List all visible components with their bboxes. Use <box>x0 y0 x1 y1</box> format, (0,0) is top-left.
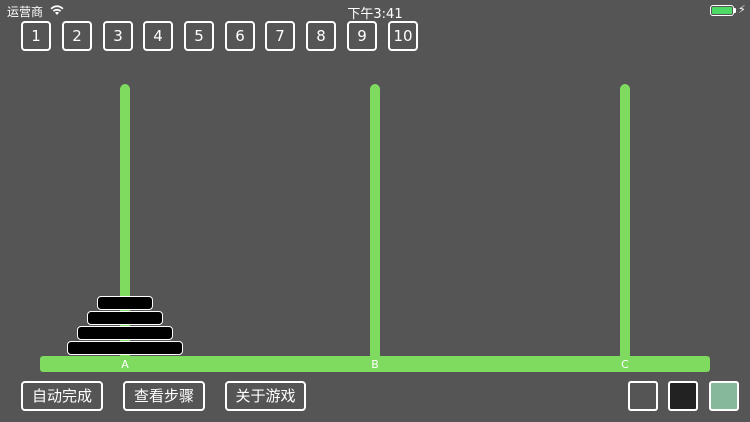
status-time: 下午3:41 <box>347 7 403 22</box>
peg-label-c: C <box>621 358 629 371</box>
disk-size-2[interactable] <box>87 311 163 325</box>
peg-label-a: A <box>121 358 129 371</box>
disk-size-1[interactable] <box>97 296 153 310</box>
view-steps-button[interactable]: 查看步骤 <box>123 381 205 411</box>
color-swatch-green[interactable] <box>709 381 739 411</box>
disk-size-4[interactable] <box>67 341 183 355</box>
level-button-9[interactable]: 9 <box>347 21 377 51</box>
battery-level-fill <box>712 7 732 14</box>
disk-size-3[interactable] <box>77 326 173 340</box>
level-button-10[interactable]: 10 <box>388 21 418 51</box>
color-swatch-gray[interactable] <box>628 381 658 411</box>
level-button-4[interactable]: 4 <box>143 21 173 51</box>
color-swatch-black[interactable] <box>668 381 698 411</box>
level-button-5[interactable]: 5 <box>184 21 214 51</box>
peg-label-b: B <box>371 358 379 371</box>
level-button-6[interactable]: 6 <box>225 21 255 51</box>
auto-complete-button[interactable]: 自动完成 <box>21 381 103 411</box>
level-button-1[interactable]: 1 <box>21 21 51 51</box>
level-button-7[interactable]: 7 <box>265 21 295 51</box>
status-bar: 运营商 下午3:41 ⚡ <box>0 0 750 22</box>
peg-c[interactable] <box>620 84 630 360</box>
level-button-2[interactable]: 2 <box>62 21 92 51</box>
battery-icon <box>710 5 734 16</box>
about-game-button[interactable]: 关于游戏 <box>225 381 306 411</box>
battery-tip <box>734 8 736 13</box>
level-button-3[interactable]: 3 <box>103 21 133 51</box>
charging-bolt-icon: ⚡ <box>738 3 746 16</box>
level-button-8[interactable]: 8 <box>306 21 336 51</box>
peg-b[interactable] <box>370 84 380 360</box>
